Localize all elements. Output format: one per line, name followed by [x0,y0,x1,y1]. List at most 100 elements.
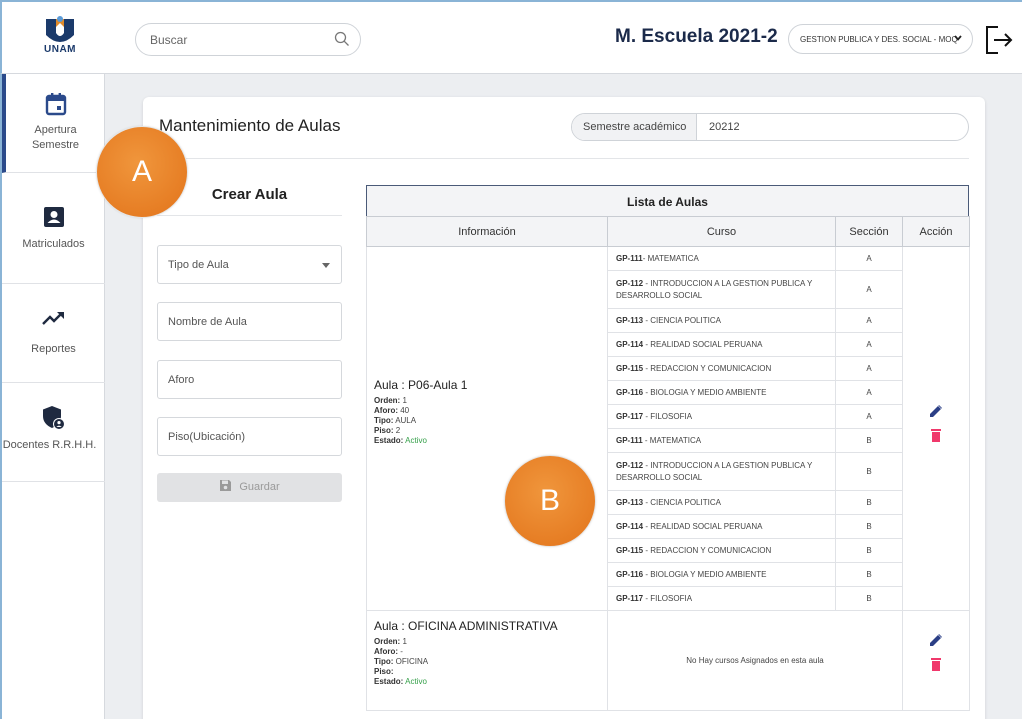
curso-name: - REALIDAD SOCIAL PERUANA [643,340,763,349]
seccion-cell: B [835,538,903,563]
seccion-cell: B [835,452,903,491]
table-row: Aula : OFICINA ADMINISTRATIVA Orden: 1 A… [366,610,970,711]
curso-cell: GP-114 - REALIDAD SOCIAL PERUANA [607,514,836,539]
header-accion: Acción [902,216,970,247]
piso-value: 2 [395,426,401,435]
estado-label: Estado: [374,436,404,445]
curso-code: GP-117 [616,594,644,603]
semester-field[interactable]: Semestre académico 20212 [571,113,969,141]
seccion-cell: A [835,246,903,271]
aforo-value: - [400,647,403,656]
curso-code: GP-111 [616,254,643,263]
trending-up-icon [41,312,64,325]
aforo-input[interactable]: Aforo [157,360,342,399]
logout-icon [986,26,1013,54]
seccion-cell: B [835,562,903,587]
aforo-value: 40 [400,406,410,415]
school-select[interactable]: GESTION PUBLICA Y DES. SOCIAL - MOQ [788,24,973,54]
curso-name: - BIOLOGIA Y MEDIO AMBIENTE [643,570,767,579]
sidebar-item-matriculados[interactable]: Matriculados [2,185,105,284]
curso-name: - MATEMATICA [642,254,699,263]
curso-code: GP-112 [616,278,644,288]
callout-a: A [96,126,188,218]
floppy-disk-icon [220,480,232,492]
sidebar-item-reportes[interactable]: Reportes [2,284,105,383]
calendar-icon [45,93,66,116]
curso-name: - BIOLOGIA Y MEDIO AMBIENTE [643,388,767,397]
curso-cell: GP-117 - FILOSOFIA [607,404,836,429]
aula-details: Orden: 1 Aforo: - Tipo: OFICINA Piso: Es… [374,637,607,687]
semester-value: 20212 [709,121,740,133]
accion-cell [902,246,970,611]
search-icon[interactable] [334,31,350,52]
seccion-cell: A [835,332,903,357]
curso-cell: GP-111- MATEMATICA [607,246,836,271]
seccion-cell: B [835,514,903,539]
curso-code: GP-114 [616,340,644,349]
curso-cell: GP-111 - MATEMATICA [607,428,836,453]
table-row: Aula : P06-Aula 1 Orden: 1 Aforo: 40 Tip… [366,246,970,611]
top-header: UNAM M. Escuela 2021-2 GESTION PUBLICA Y… [0,0,1022,74]
curso-code: GP-115 [616,546,644,555]
tipo-value: AULA [395,416,417,425]
curso-cell: GP-115 - REDACCION Y COMUNICACION [607,356,836,381]
orden-label: Orden: [374,396,401,405]
estado-value: Activo [405,436,427,445]
save-button[interactable]: Guardar [157,473,342,502]
delete-trash-icon[interactable] [930,657,942,671]
sidebar-item-label: Docentes R.R.H.H. [2,439,97,451]
search-input[interactable] [150,33,320,47]
curso-cell: GP-112 - INTRODUCCION A LA GESTION PUBLI… [607,270,836,309]
sidebar-item-apertura-semestre[interactable]: Apertura Semestre [2,74,105,173]
header-curso: Curso [607,216,836,247]
contact-card-icon [43,207,64,227]
shield-user-icon [42,406,65,430]
sidebar: Apertura Semestre Matriculados Reportes … [0,74,105,719]
curso-code: GP-112 [616,460,644,470]
curso-name: - INTRODUCCION A LA GESTION PUBLICA Y DE… [616,278,813,300]
seccion-cell: B [835,428,903,453]
sidebar-item-label: Apertura Semestre [31,124,80,151]
sidebar-item-docentes[interactable]: Docentes R.R.H.H. [2,383,105,482]
curso-name: - CIENCIA POLITICA [643,316,721,325]
edit-pencil-icon[interactable] [929,633,943,647]
curso-name: - INTRODUCCION A LA GESTION PUBLICA Y DE… [616,460,813,482]
piso-input[interactable]: Piso(Ubicación) [157,417,342,456]
delete-trash-icon[interactable] [930,428,942,442]
curso-cell: GP-114 - REALIDAD SOCIAL PERUANA [607,332,836,357]
tipo-label: Tipo: [374,416,394,425]
curso-code: GP-113 [616,316,644,325]
curso-code: GP-111 [616,436,643,445]
edit-pencil-icon[interactable] [929,404,943,418]
curso-name: - REDACCION Y COMUNICACION [643,364,772,373]
curso-cell: GP-112 - INTRODUCCION A LA GESTION PUBLI… [607,452,836,491]
divider [159,158,969,159]
curso-code: GP-114 [616,522,644,531]
aforo-label: Aforo: [374,406,398,415]
aula-name: Aula : P06-Aula 1 [374,378,468,392]
curso-cell: GP-113 - CIENCIA POLITICA [607,490,836,515]
tipo-aula-select[interactable]: Tipo de Aula [157,245,342,284]
page-title: Mantenimiento de Aulas [159,116,341,135]
piso-label: Piso: [374,426,394,435]
estado-value: Activo [405,677,427,686]
curso-code: GP-116 [616,570,644,579]
search-box[interactable] [135,23,361,56]
unam-logo[interactable]: UNAM [36,15,84,63]
logout-button[interactable] [984,24,1014,61]
estado-label: Estado: [374,677,404,686]
school-select-value: GESTION PUBLICA Y DES. SOCIAL - MOQ [800,35,958,44]
seccion-cell: B [835,586,903,611]
curso-cell: GP-116 - BIOLOGIA Y MEDIO AMBIENTE [607,380,836,405]
curso-cell: GP-117 - FILOSOFIA [607,586,836,611]
curso-cell: GP-115 - REDACCION Y COMUNICACION [607,538,836,563]
seccion-cell: A [835,404,903,429]
nombre-aula-input[interactable]: Nombre de Aula [157,302,342,341]
header-seccion: Sección [835,216,903,247]
curso-name: - REALIDAD SOCIAL PERUANA [643,522,763,531]
logo-text: UNAM [44,44,76,55]
orden-label: Orden: [374,637,401,646]
aula-info-cell: Aula : P06-Aula 1 Orden: 1 Aforo: 40 Tip… [366,246,608,611]
header-informacion: Información [366,216,608,247]
chevron-down-icon [953,33,963,45]
